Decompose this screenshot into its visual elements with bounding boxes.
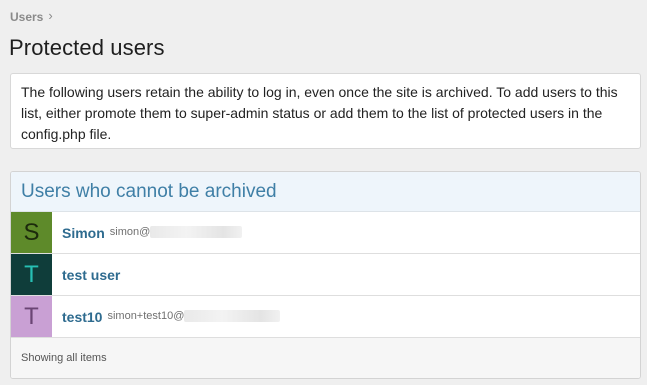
panel-footer: Showing all items	[11, 338, 640, 378]
user-name-link[interactable]: test user	[62, 267, 120, 283]
protected-users-panel: Users who cannot be archived S Simon sim…	[10, 171, 641, 379]
info-box: The following users retain the ability t…	[10, 73, 641, 149]
avatar[interactable]: S	[11, 212, 52, 253]
redaction-block	[150, 225, 243, 238]
panel-title: Users who cannot be archived	[11, 172, 640, 212]
avatar[interactable]: T	[11, 254, 52, 295]
redaction-block	[184, 309, 281, 322]
user-email-text: simon@	[109, 226, 151, 239]
user-name-link[interactable]: Simon	[62, 225, 105, 241]
chevron-right-icon: ›	[48, 8, 53, 23]
user-name-link[interactable]: test10	[62, 309, 102, 325]
user-email: simon@	[109, 225, 243, 239]
avatar[interactable]: T	[11, 296, 52, 337]
breadcrumb-item-users[interactable]: Users	[10, 10, 43, 24]
user-email: simon+test10@	[107, 309, 281, 323]
user-row: T test user	[11, 254, 640, 296]
info-text: The following users retain the ability t…	[21, 84, 618, 142]
page-title: Protected users	[9, 35, 165, 60]
user-row: S Simon simon@	[11, 212, 640, 254]
user-row: T test10 simon+test10@	[11, 296, 640, 338]
breadcrumb: Users ›	[10, 8, 53, 24]
user-email-text: simon+test10@	[107, 310, 185, 323]
